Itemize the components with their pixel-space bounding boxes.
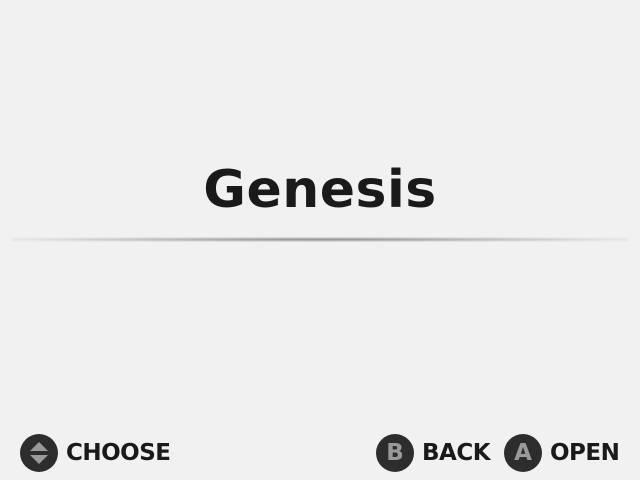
dpad-up-down-icon xyxy=(20,434,58,472)
choose-label: CHOOSE xyxy=(66,440,171,466)
open-label: OPEN xyxy=(550,440,620,466)
button-hints-bar: CHOOSE B BACK A OPEN xyxy=(0,432,640,474)
back-hint[interactable]: B BACK xyxy=(376,432,491,474)
a-button-glyph: A xyxy=(514,440,532,466)
back-label: BACK xyxy=(422,440,491,466)
page-title: Genesis xyxy=(203,160,437,220)
choose-hint[interactable]: CHOOSE xyxy=(20,432,171,474)
open-hint[interactable]: A OPEN xyxy=(504,432,620,474)
title-divider xyxy=(12,237,628,242)
a-button-icon: A xyxy=(504,434,542,472)
b-button-glyph: B xyxy=(386,440,404,466)
b-button-icon: B xyxy=(376,434,414,472)
